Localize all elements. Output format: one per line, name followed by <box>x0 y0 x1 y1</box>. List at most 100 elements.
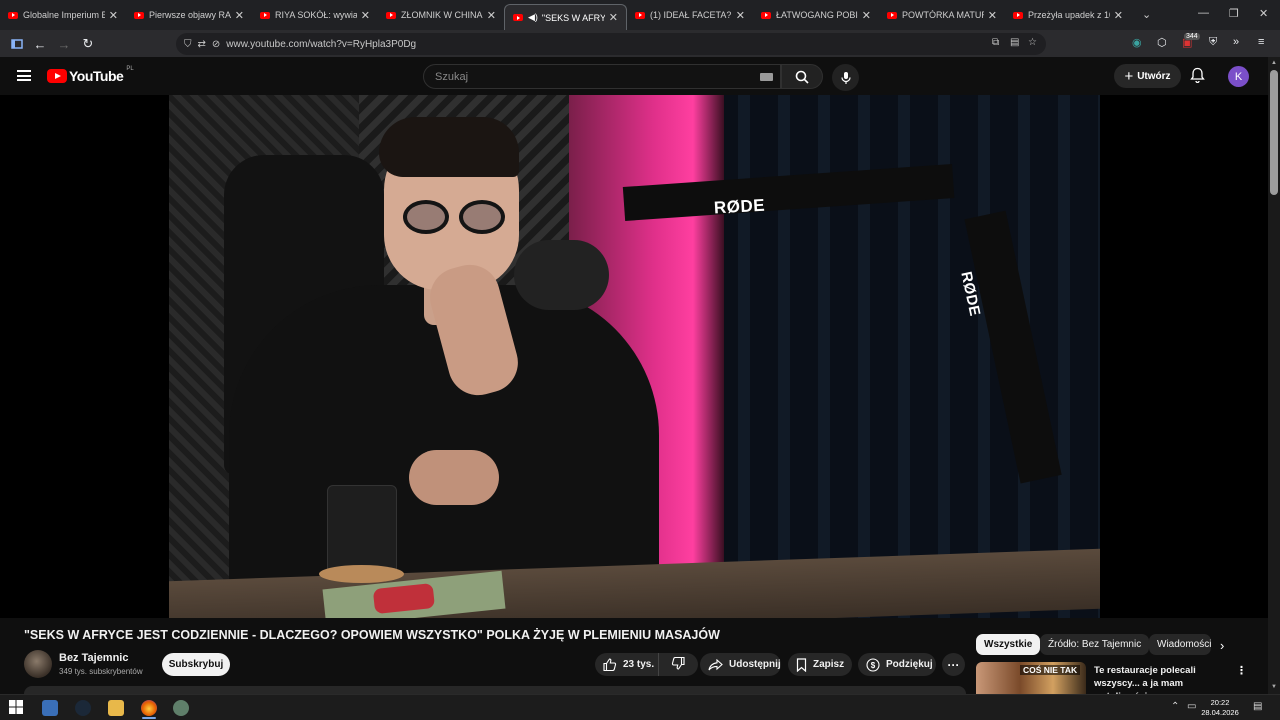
url-text[interactable]: www.youtube.com/watch?v=RyHpla3P0Dg <box>226 39 416 50</box>
like-button[interactable]: 23 tys. <box>595 653 659 676</box>
svg-text:$: $ <box>871 661 876 670</box>
permissions-icon[interactable]: ⇄ <box>198 39 206 50</box>
youtube-favicon-icon <box>8 11 18 19</box>
more-actions-icon[interactable]: ··· <box>942 653 965 676</box>
app-icon[interactable] <box>173 700 189 716</box>
menu-icon[interactable]: ≡ <box>1258 36 1264 48</box>
back-icon[interactable]: ← <box>31 35 49 53</box>
reload-icon[interactable]: ↻ <box>79 35 97 53</box>
keyboard-icon[interactable] <box>760 73 773 81</box>
youtube-favicon-icon <box>887 11 897 19</box>
windows-taskbar: ⌃ ▭ 20:22 28.04.2026 ▤ <box>0 694 1280 720</box>
minimize-icon[interactable]: — <box>1198 7 1209 19</box>
firefox-icon[interactable] <box>141 700 157 716</box>
sidebar-toggle-icon[interactable] <box>8 35 26 53</box>
network-icon[interactable]: ▭ <box>1187 701 1196 712</box>
close-tab-icon[interactable]: ✕ <box>487 9 496 22</box>
file-explorer-icon[interactable] <box>108 700 124 716</box>
youtube-logo[interactable]: YouTube PL <box>47 66 134 84</box>
close-tab-icon[interactable]: ✕ <box>1114 9 1123 22</box>
browser-tab[interactable]: Globalne Imperium Bezk ✕ <box>0 0 126 30</box>
chip-all[interactable]: Wszystkie <box>976 634 1041 655</box>
browser-tab[interactable]: Przeżyła upadek z 10 000 ✕ <box>1005 0 1131 30</box>
youtube-favicon-icon <box>635 11 645 19</box>
browser-tab[interactable]: (1) IDEAŁ FACETA? CZEG ✕ <box>627 0 753 30</box>
share-button[interactable]: Udostępnij <box>700 653 781 676</box>
browser-tab-active[interactable]: ◀) "SEKS W AFRYCE JES ✕ <box>504 4 627 30</box>
bookmark-star-icon[interactable]: ☆ <box>1028 37 1037 48</box>
extensions-icon[interactable]: ⬡ <box>1157 36 1167 49</box>
windows-start-icon[interactable] <box>9 700 25 716</box>
close-tab-icon[interactable]: ✕ <box>109 9 118 22</box>
speaker-icon[interactable]: ◀) <box>528 12 538 23</box>
chip-news[interactable]: Wiadomości <box>1149 634 1211 655</box>
close-tab-icon[interactable]: ✕ <box>988 9 997 22</box>
address-bar[interactable]: ⛉ ⇄ ⊘ www.youtube.com/watch?v=RyHpla3P0D… <box>176 33 1046 55</box>
save-button[interactable]: Zapisz <box>788 653 852 676</box>
chevron-right-icon[interactable]: › <box>1220 638 1224 653</box>
browser-tab[interactable]: ŁATWOGANG POBIŁ REK ✕ <box>753 0 879 30</box>
scroll-up-arrow-icon[interactable]: ▲ <box>1271 60 1277 66</box>
channel-avatar[interactable] <box>24 650 52 678</box>
search-input[interactable] <box>423 64 781 89</box>
browser-tab[interactable]: ZŁOMNIK W CHINACH # ✕ <box>378 0 504 30</box>
youtube-favicon-icon <box>761 11 771 19</box>
dislike-button[interactable] <box>659 653 697 676</box>
plus-icon: + <box>1124 67 1134 85</box>
recommendation-thumbnail[interactable]: COŚ NIE TAK <box>976 662 1086 694</box>
close-tab-icon[interactable]: ✕ <box>609 11 618 24</box>
tracking-off-icon[interactable]: ⊘ <box>212 39 220 50</box>
reader-view-icon[interactable]: ▤ <box>1010 37 1019 48</box>
search-box <box>423 64 823 89</box>
notifications-icon[interactable]: ▤ <box>1253 701 1262 712</box>
picture-in-picture-icon[interactable]: ⧉ <box>992 37 999 48</box>
close-tab-icon[interactable]: ✕ <box>361 9 370 22</box>
voice-search-button[interactable] <box>832 64 859 91</box>
video-frame-microphone <box>514 240 609 310</box>
forward-icon[interactable]: → <box>55 35 73 53</box>
description-box[interactable] <box>24 686 966 694</box>
notifications-bell-icon[interactable] <box>1190 67 1205 88</box>
tab-list-chevron-icon[interactable]: ⌄ <box>1142 8 1151 21</box>
browser-tab[interactable]: RIYA SOKÓŁ: wywiad, pie ✕ <box>252 0 378 30</box>
tray-chevron-icon[interactable]: ⌃ <box>1171 701 1179 712</box>
video-frame-glass <box>327 485 397 575</box>
create-button[interactable]: + Utwórz <box>1114 64 1181 88</box>
browser-tab[interactable]: Pierwsze objawy RAKA P ✕ <box>126 0 252 30</box>
close-tab-icon[interactable]: ✕ <box>235 9 244 22</box>
browser-tab[interactable]: POWTÓRKA MATURALN ✕ <box>879 0 1005 30</box>
search-button[interactable] <box>781 64 823 89</box>
video-title: "SEKS W AFRYCE JEST CODZIENNIE - DLACZEG… <box>24 628 720 642</box>
youtube-favicon-icon <box>513 14 523 21</box>
close-tab-icon[interactable]: ✕ <box>736 9 745 22</box>
close-window-icon[interactable]: ✕ <box>1259 7 1268 20</box>
super-thanks-icon: $ <box>866 657 880 672</box>
subscriber-count: 349 tys. subskrybentów <box>59 667 143 676</box>
clock[interactable]: 20:22 28.04.2026 <box>1200 698 1240 718</box>
computer-icon[interactable] <box>42 700 58 716</box>
mic-arm-brand: RØDE <box>713 195 766 218</box>
more-tools-icon[interactable]: » <box>1233 36 1239 48</box>
youtube-favicon-icon <box>134 11 144 19</box>
guide-menu-icon[interactable] <box>17 70 31 81</box>
chip-source-channel[interactable]: Źródło: Bez Tajemnic <box>1040 634 1150 655</box>
channel-name[interactable]: Bez Tajemnic <box>59 652 129 664</box>
browser-tabstrip: Globalne Imperium Bezk ✕ Pierwsze objawy… <box>0 0 1280 30</box>
close-tab-icon[interactable]: ✕ <box>862 9 871 22</box>
vpn-extension-icon[interactable]: ◉ <box>1132 36 1142 49</box>
steam-icon[interactable] <box>75 700 91 716</box>
recommendation-menu-icon[interactable]: ⋮ <box>1236 664 1247 677</box>
like-count: 23 tys. <box>623 659 655 670</box>
active-app-indicator <box>142 717 156 719</box>
scroll-down-arrow-icon[interactable]: ▼ <box>1271 684 1277 690</box>
thanks-button[interactable]: $ Podziękuj <box>858 653 936 676</box>
shield-icon[interactable]: ⛉ <box>184 39 192 50</box>
adblock-shield-icon[interactable]: ⛨ <box>1209 36 1217 49</box>
search-icon <box>795 70 809 84</box>
video-frame-hand <box>409 450 499 505</box>
restore-icon[interactable]: ❐ <box>1229 7 1239 20</box>
scrollbar-thumb[interactable] <box>1270 70 1278 195</box>
subscribe-button[interactable]: Subskrybuj <box>162 653 230 676</box>
video-player[interactable]: RØDE RØDE <box>169 95 1100 618</box>
account-avatar[interactable]: K <box>1228 66 1249 87</box>
